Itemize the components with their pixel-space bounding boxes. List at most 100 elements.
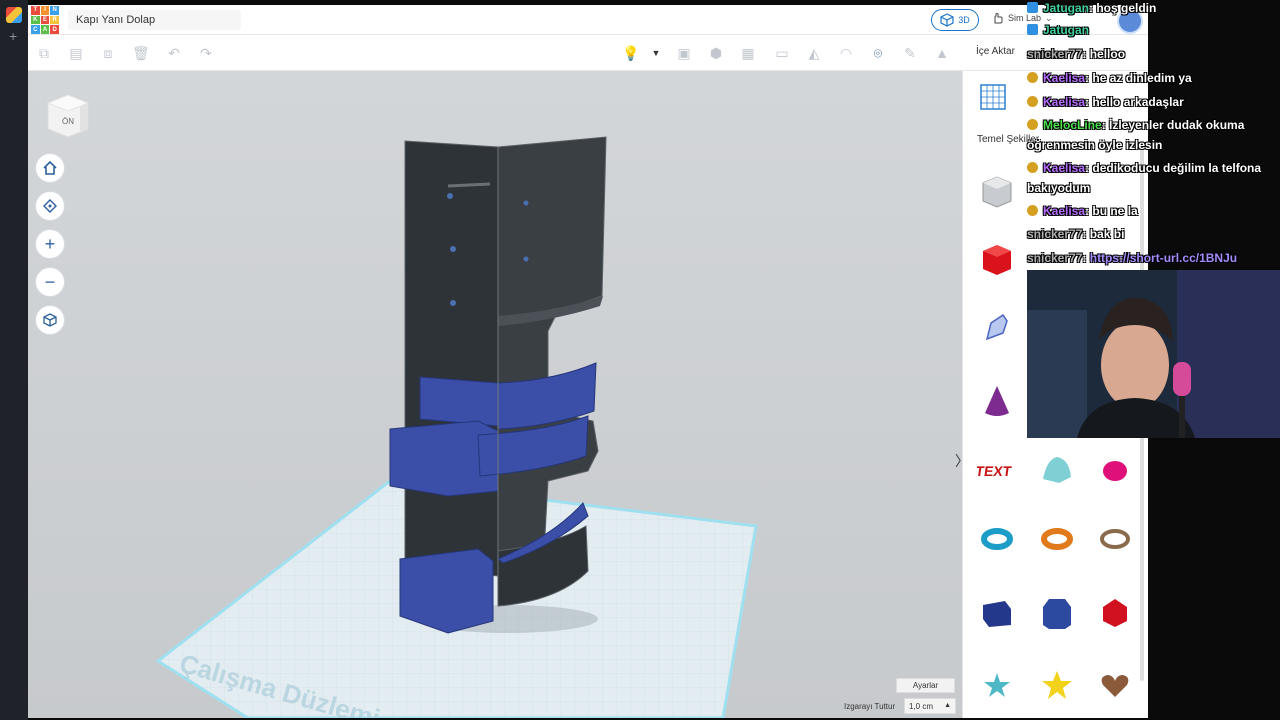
logo-letter: N xyxy=(50,6,59,15)
cube-shape[interactable] xyxy=(977,593,1017,633)
duplicate-icon[interactable]: ⧈ xyxy=(100,45,116,61)
paste-icon[interactable]: ▤ xyxy=(68,45,84,61)
chat-text: : dedikoducu değilim la telfona xyxy=(1085,161,1262,175)
chat-username: snicker77 xyxy=(1027,251,1083,265)
gem-shape[interactable] xyxy=(1095,593,1135,633)
mirror-icon[interactable]: ◭ xyxy=(806,45,822,61)
os-sidebar: + xyxy=(0,0,28,720)
heart-shape[interactable] xyxy=(1095,665,1135,705)
plus-icon: + xyxy=(44,233,56,254)
align-icon[interactable]: ▭ xyxy=(774,45,790,61)
add-icon[interactable]: + xyxy=(9,28,17,44)
torus-shape[interactable] xyxy=(977,519,1017,559)
design-name-field[interactable]: Kapı Yanı Dolap xyxy=(68,10,241,30)
chat-username: MelocLine xyxy=(1043,118,1102,132)
zoom-out-button[interactable]: − xyxy=(35,267,65,297)
chat-message: Kaelisa: bu ne la xyxy=(1027,201,1138,221)
chat-message: MelocLine: İzleyenler dudak okuma xyxy=(1027,115,1244,135)
webcam-overlay xyxy=(1027,270,1280,438)
polygon-shape[interactable] xyxy=(1037,593,1077,633)
delete-icon[interactable]: 🗑 xyxy=(132,45,150,61)
bot-badge-icon xyxy=(1027,2,1038,13)
chat-text: : hello arkadaşlar xyxy=(1085,95,1184,109)
star-gold-shape[interactable] xyxy=(1037,665,1077,705)
chat-username: Jatugan xyxy=(1043,1,1090,15)
chat-message: Kaelisa: he az dinledim ya xyxy=(1027,68,1192,88)
app-icon[interactable] xyxy=(6,7,22,23)
chat-message: snicker77: https://short-url.cc/1BNJu xyxy=(1027,248,1237,268)
paraboloid-shape[interactable] xyxy=(1095,449,1135,489)
chevron-down-icon[interactable]: ▼ xyxy=(648,45,664,61)
chat-message: snicker77: bak bi xyxy=(1027,224,1124,244)
chat-username: snicker77 xyxy=(1027,47,1083,61)
home-icon xyxy=(43,160,57,175)
tube-shape[interactable] xyxy=(1037,519,1077,559)
badge-icon xyxy=(1027,119,1038,130)
tinkercad-logo[interactable]: TIN KER CAD xyxy=(31,6,59,34)
logo-letter: T xyxy=(31,6,40,15)
workplane-grid-icon[interactable] xyxy=(979,83,1007,111)
undo-icon[interactable]: ↶ xyxy=(166,45,182,61)
view-3d-button[interactable]: 3D xyxy=(931,9,979,31)
cabinet-model[interactable] xyxy=(389,136,607,634)
chevron-right-icon[interactable]: 〉 xyxy=(955,451,962,471)
logo-letter: A xyxy=(40,25,50,34)
chat-text: : xyxy=(1082,251,1090,265)
ring-shape[interactable] xyxy=(1095,519,1135,559)
cone-icon[interactable]: ▲ xyxy=(934,45,950,61)
logo-letter: D xyxy=(50,25,59,34)
svg-text:ÖN: ÖN xyxy=(62,117,74,126)
copy-icon[interactable]: ⧉ xyxy=(36,45,52,61)
cone-shape[interactable] xyxy=(977,381,1017,421)
chat-message: Jatugan xyxy=(1027,20,1089,40)
logo-letter: E xyxy=(40,15,50,25)
snap-grid-select[interactable]: 1,0 cm ▲ xyxy=(904,698,956,714)
badge-icon xyxy=(1027,162,1038,173)
3d-viewport[interactable]: Çalışma Düzlemi ÖN + − Ayarlar Izgarayı … xyxy=(28,71,962,718)
bot-badge-icon xyxy=(1027,24,1038,35)
minus-icon: − xyxy=(44,271,56,292)
badge-icon xyxy=(1027,72,1038,83)
fit-icon xyxy=(43,199,57,213)
home-view-button[interactable] xyxy=(35,153,65,183)
chat-text: : İzleyenler dudak okuma xyxy=(1101,118,1245,132)
logo-letter: I xyxy=(40,6,50,15)
roof-shape[interactable] xyxy=(1037,449,1077,489)
chat-message: Kaelisa: hello arkadaşlar xyxy=(1027,92,1184,112)
box-shape[interactable] xyxy=(977,239,1017,279)
chat-text: : hoş geldin xyxy=(1089,1,1157,15)
box-hole-shape[interactable] xyxy=(977,171,1017,211)
chat-message: öğrenmesin öyle izlesin xyxy=(1027,135,1162,155)
group-icon[interactable]: ▣ xyxy=(676,45,692,61)
redo-icon[interactable]: ↷ xyxy=(198,45,214,61)
perspective-cube-icon xyxy=(43,313,57,327)
import-button[interactable]: İçe Aktar xyxy=(976,46,1015,57)
chat-message: Kaelisa: dedikoducu değilim la telfona xyxy=(1027,158,1261,178)
logo-letter: K xyxy=(31,15,40,25)
chat-username: Jatugan xyxy=(1043,23,1090,37)
perspective-button[interactable] xyxy=(35,305,65,335)
chat-message: snicker77: helloo xyxy=(1027,44,1125,64)
tinkercad-window: TINKERCAD Kapı Yanı Dolap 3D Sim Lab ⌄ ⧉… xyxy=(28,5,1148,718)
badge-icon xyxy=(1027,205,1038,216)
screen: + TINKERCAD Kapı Yanı Dolap 3D Sim Lab ⌄… xyxy=(0,0,1280,720)
chat-username: Kaelisa xyxy=(1043,204,1086,218)
light-icon[interactable]: 💡 xyxy=(622,45,639,61)
box-select-icon[interactable]: ▦ xyxy=(740,45,756,61)
scribble-shape[interactable] xyxy=(977,307,1017,347)
note-icon[interactable]: ✎ xyxy=(902,45,918,61)
star-shape[interactable] xyxy=(977,665,1017,705)
fit-view-button[interactable] xyxy=(35,191,65,221)
chat-link[interactable]: https://short-url.cc/1BNJu xyxy=(1090,251,1237,265)
stream-chat-overlay: Jatugan: hoş geldin Jatugan snicker77: hel… xyxy=(1027,0,1280,270)
settings-button[interactable]: Ayarlar xyxy=(896,678,955,693)
text-shape[interactable]: TEXT xyxy=(977,449,1017,489)
view-cube[interactable]: ÖN xyxy=(44,91,92,139)
logo-letter: R xyxy=(50,15,59,25)
ruler-icon[interactable]: ⌾ xyxy=(870,45,886,61)
ungroup-icon[interactable]: ⬢ xyxy=(708,45,724,61)
zoom-in-button[interactable]: + xyxy=(35,229,65,259)
workplane-scene[interactable]: Çalışma Düzlemi xyxy=(28,71,962,718)
edit-toolbar: ⧉ ▤ ⧈ 🗑 ↶ ↷ 💡 ▼ ▣ ⬢ ▦ ▭ ◭ ◠ ⌾ ✎ ▲ İçe Ak… xyxy=(28,36,1148,71)
cruise-icon[interactable]: ◠ xyxy=(838,45,854,61)
